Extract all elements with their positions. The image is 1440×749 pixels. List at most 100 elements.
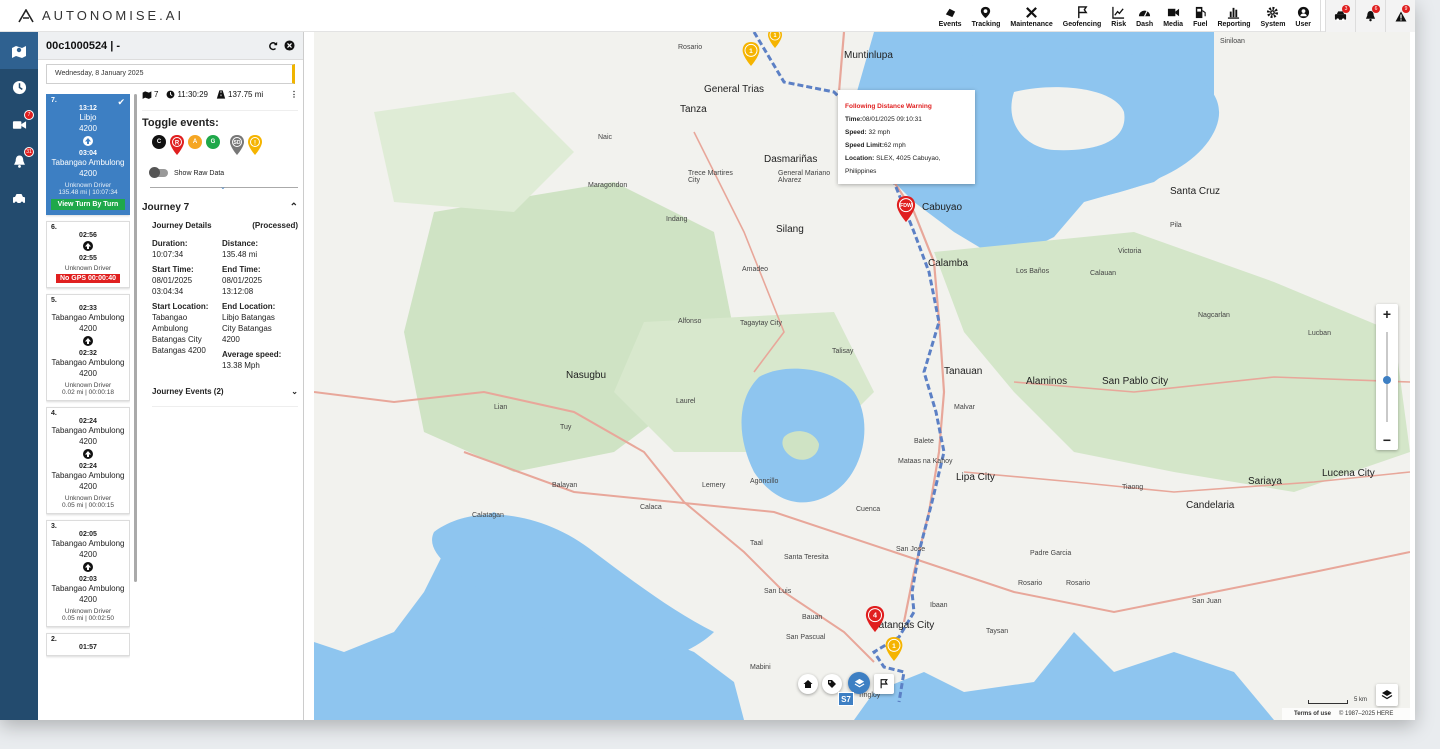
- nav-risk[interactable]: Risk: [1106, 6, 1131, 32]
- nav-divider: [1320, 0, 1321, 32]
- svg-text:!: !: [254, 140, 256, 146]
- toggle-chip-warning[interactable]: !: [248, 135, 262, 155]
- nav-tracking[interactable]: Tracking: [967, 6, 1006, 32]
- brand-logo[interactable]: AUTONOMISE.AI: [18, 8, 184, 23]
- vehicle-alerts-button[interactable]: 3: [1325, 0, 1355, 32]
- route-shield: S7: [838, 692, 854, 706]
- close-icon[interactable]: [284, 40, 295, 51]
- map-label: Amadeo: [742, 266, 769, 273]
- clock-icon: [167, 90, 175, 98]
- terms-link[interactable]: Terms of use: [1294, 711, 1331, 717]
- journey-header[interactable]: Journey 7 ⌃: [142, 202, 298, 213]
- notifications-button[interactable]: 6: [1355, 0, 1385, 32]
- map-label: San Jose: [896, 546, 926, 553]
- warning-marker[interactable]: 1: [766, 32, 784, 48]
- check-icon: ✔: [117, 97, 125, 107]
- journey-meta: 0.05 mi | 00:02:50: [62, 615, 114, 622]
- map-label: Balayan: [552, 482, 578, 489]
- sidenav-history[interactable]: [0, 69, 38, 106]
- map-layers-toggle[interactable]: [848, 672, 870, 694]
- nav-maintenance[interactable]: Maintenance: [1005, 6, 1057, 32]
- home-button[interactable]: [798, 674, 818, 694]
- warnings-button[interactable]: 9: [1385, 0, 1415, 32]
- map-label: Ibaan: [930, 602, 948, 609]
- nav-media[interactable]: Media: [1158, 6, 1188, 32]
- bell-icon: [13, 155, 25, 168]
- warning-marker[interactable]: 1: [885, 637, 903, 661]
- distance-cell: Distance: 135.48 mi: [222, 238, 292, 260]
- journey-number: 5.: [51, 297, 57, 304]
- warning-marker[interactable]: 1: [742, 42, 760, 66]
- end-location-value: Libjo Batangas City Batangas 4200: [222, 313, 275, 344]
- sidenav-video[interactable]: 7: [0, 106, 38, 143]
- nav-fuel[interactable]: Fuel: [1188, 6, 1212, 32]
- marker-label: 1: [773, 33, 776, 39]
- nav-user[interactable]: User: [1290, 6, 1316, 32]
- sidenav-alerts[interactable]: 31: [0, 143, 38, 180]
- toggle-chip-a[interactable]: A: [188, 135, 202, 149]
- nav-events[interactable]: Events: [934, 6, 967, 32]
- journey-end-code: 4200: [79, 595, 97, 604]
- processing-status: (Processed): [252, 221, 298, 230]
- tags-button[interactable]: [822, 674, 842, 694]
- journey-end-time: 03:04: [79, 150, 97, 157]
- popup-location-label: Location:: [845, 155, 875, 162]
- journey-end-time: 02:24: [79, 463, 97, 470]
- journey-card[interactable]: 4. 02:24 Tabangao Ambulong 4200 02:24 Ta…: [46, 407, 130, 514]
- map-label: Los Baños: [1016, 268, 1050, 275]
- journey-events-toggle[interactable]: Journey Events (2) ⌄: [152, 387, 298, 407]
- dashboard-gauge-icon: [1139, 10, 1151, 17]
- zoom-in-button[interactable]: +: [1376, 304, 1398, 324]
- warnings-badge: 9: [1402, 5, 1410, 13]
- journey-card[interactable]: 3. 02:05 Tabangao Ambulong 4200 02:03 Ta…: [46, 520, 130, 627]
- journey-number: 3.: [51, 523, 57, 530]
- journey-list-scrollbar[interactable]: [134, 94, 137, 582]
- raw-data-switch[interactable]: [149, 167, 168, 178]
- nav-reporting-label: Reporting: [1217, 21, 1251, 28]
- popup-limit-label: Speed Limit:: [845, 142, 885, 149]
- map-label: Laurel: [676, 398, 696, 405]
- nav-geofencing[interactable]: Geofencing: [1058, 6, 1107, 32]
- nav-maintenance-label: Maintenance: [1010, 21, 1053, 28]
- popup-limit-row: Speed Limit:62 mph: [845, 139, 968, 152]
- zoom-slider-knob[interactable]: [1383, 376, 1391, 384]
- map-label: Candelaria: [1186, 500, 1235, 511]
- zoom-out-button[interactable]: −: [1376, 430, 1398, 450]
- journey-end-location: Tabangao Ambulong: [51, 358, 125, 367]
- journey-card[interactable]: 2. 01:57: [46, 633, 130, 656]
- more-options-icon[interactable]: ⋮: [290, 90, 298, 99]
- journey-card[interactable]: 6. 02:56 02:55 Unknown Driver No GPS 00:…: [46, 221, 130, 288]
- toggle-chip-sd[interactable]: SD: [230, 135, 244, 155]
- expand-divider[interactable]: ⌄: [150, 184, 298, 191]
- sidenav-vehicles[interactable]: [0, 180, 38, 217]
- journey-card[interactable]: 5. 02:33 Tabangao Ambulong 4200 02:32 Ta…: [46, 294, 130, 401]
- toggle-chip-g[interactable]: G: [206, 135, 220, 149]
- date-picker[interactable]: Wednesday, 8 January 2025: [46, 64, 295, 84]
- map-label: San Juan: [1192, 598, 1222, 605]
- event-count-marker[interactable]: 4: [865, 606, 885, 632]
- fdw-event-marker[interactable]: FDW: [896, 196, 916, 222]
- nav-reporting[interactable]: Reporting: [1212, 6, 1255, 32]
- geofence-button[interactable]: [874, 674, 894, 694]
- nav-dash[interactable]: Dash: [1131, 6, 1158, 32]
- map-label: Pila: [1170, 222, 1182, 229]
- total-duration: 11:30:29: [177, 89, 208, 99]
- nav-system[interactable]: System: [1256, 6, 1291, 32]
- journey-count: 7: [154, 89, 159, 99]
- map-label: Alaminos: [1026, 376, 1068, 387]
- toggle-chip-c[interactable]: C: [152, 135, 166, 149]
- journey-driver: Unknown Driver: [64, 265, 112, 272]
- popup-limit: 62 mph: [884, 142, 906, 149]
- toggle-chip-r[interactable]: R: [170, 135, 184, 155]
- duration-label: Duration:: [152, 239, 188, 248]
- view-turn-by-turn-button[interactable]: View Turn By Turn: [51, 199, 125, 210]
- refresh-icon[interactable]: [268, 41, 278, 51]
- distance-stat: 137.75 mi: [216, 90, 263, 99]
- start-location-cell: Start Location: Tabangao Ambulong Batanga…: [152, 301, 222, 371]
- journey-number: 6.: [51, 224, 57, 231]
- journey-card[interactable]: 7. ✔ 13:12 Libjo 4200 03:04 Tabangao Amb…: [46, 94, 130, 215]
- nav-media-label: Media: [1163, 21, 1184, 28]
- sidenav-map[interactable]: [0, 32, 38, 69]
- layers-button[interactable]: [1376, 684, 1398, 706]
- map-view[interactable]: Muntinlupa General Trias Dasmariñas Tanz…: [314, 32, 1410, 720]
